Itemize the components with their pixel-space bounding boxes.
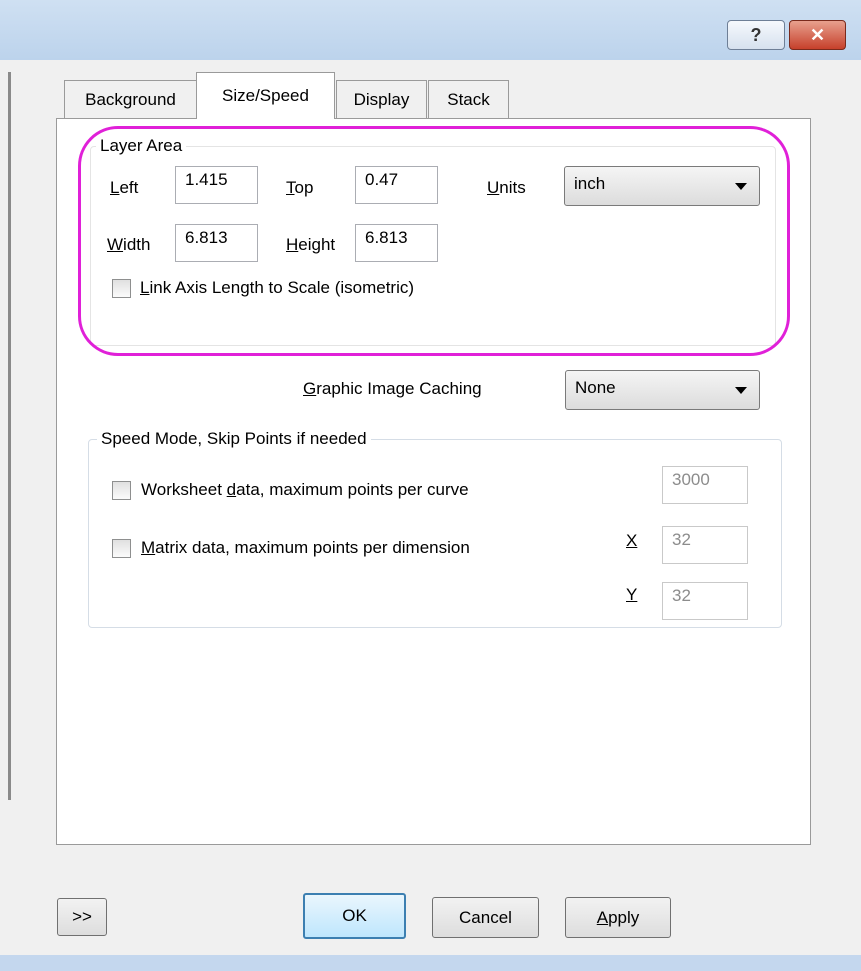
caching-label: Graphic Image Caching	[303, 379, 482, 398]
worksheet-label[interactable]: Worksheet data, maximum points per curve	[141, 479, 469, 501]
tab-display[interactable]: Display	[336, 80, 427, 118]
cancel-button[interactable]: Cancel	[432, 897, 539, 938]
tab-background[interactable]: Background	[64, 80, 197, 118]
tab-label: Stack	[447, 89, 490, 109]
y-points-field[interactable]: 32	[662, 582, 748, 620]
y-label: Y	[626, 585, 638, 604]
expand-icon: >>	[72, 907, 92, 926]
help-button[interactable]: ?	[727, 20, 785, 50]
matrix-checkbox[interactable]	[112, 539, 131, 558]
tab-label: Display	[353, 89, 410, 109]
window-frame-bottom	[0, 955, 861, 971]
cancel-label: Cancel	[459, 907, 512, 927]
worksheet-checkbox[interactable]	[112, 481, 131, 500]
worksheet-max-points-field[interactable]: 3000	[662, 466, 748, 504]
matrix-label[interactable]: Matrix data, maximum points per dimensio…	[141, 537, 470, 559]
tab-size-speed[interactable]: Size/Speed	[196, 72, 335, 119]
x-points-field[interactable]: 32	[662, 526, 748, 564]
help-icon: ?	[750, 24, 762, 45]
tab-label: Size/Speed	[222, 86, 309, 105]
close-button[interactable]: ✕	[789, 20, 846, 50]
tab-stack[interactable]: Stack	[428, 80, 509, 118]
apply-label: Apply	[596, 907, 640, 927]
ok-label: OK	[342, 906, 367, 925]
close-icon: ✕	[809, 24, 826, 45]
left-pane-edge	[8, 72, 11, 800]
highlight-annotation	[78, 126, 790, 356]
speed-mode-title: Speed Mode, Skip Points if needed	[97, 428, 371, 450]
apply-button[interactable]: Apply	[565, 897, 671, 938]
x-label: X	[626, 531, 638, 550]
caching-dropdown[interactable]: None	[565, 370, 760, 410]
tab-label: Background	[85, 89, 176, 109]
ok-button[interactable]: OK	[303, 893, 406, 939]
chevron-down-icon	[735, 387, 747, 394]
caching-value: None	[575, 378, 616, 397]
expand-button[interactable]: >>	[57, 898, 107, 936]
